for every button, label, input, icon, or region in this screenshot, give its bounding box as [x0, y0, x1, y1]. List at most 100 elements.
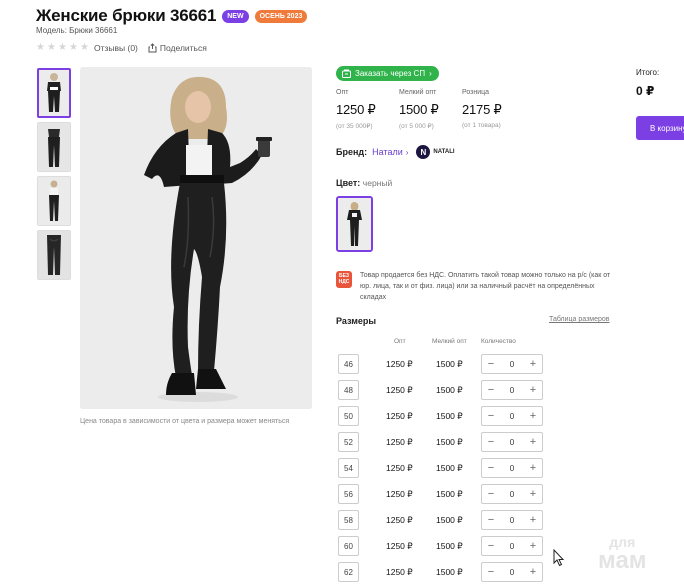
size-price-opt: 1250 ₽: [386, 437, 413, 447]
col-head-opt: Опт: [394, 338, 406, 345]
minus-icon[interactable]: −: [486, 489, 496, 500]
total-label: Итого:: [636, 68, 660, 77]
plus-icon[interactable]: +: [528, 385, 538, 396]
minus-icon[interactable]: −: [486, 437, 496, 448]
quantity-value[interactable]: 0: [510, 412, 514, 421]
size-chart-link[interactable]: Таблица размеров: [549, 316, 610, 323]
quantity-value[interactable]: 0: [510, 542, 514, 551]
plus-icon[interactable]: +: [528, 437, 538, 448]
quantity-value[interactable]: 0: [510, 490, 514, 499]
size-price-opt: 1250 ₽: [386, 489, 413, 499]
size-price-small-opt: 1500 ₽: [436, 489, 463, 499]
plus-icon[interactable]: +: [528, 463, 538, 474]
minus-icon[interactable]: −: [486, 567, 496, 578]
thumbnail-2[interactable]: [37, 122, 71, 172]
thumbnail-4[interactable]: [37, 230, 71, 280]
size-label: 58: [338, 510, 359, 530]
quantity-stepper: − 0 +: [481, 380, 543, 400]
minus-icon[interactable]: −: [486, 411, 496, 422]
price-value: 1500 ₽: [399, 102, 439, 117]
watermark-logo: для мам: [598, 535, 647, 573]
thumbnail-1[interactable]: [37, 68, 71, 118]
size-price-small-opt: 1500 ₽: [436, 567, 463, 577]
quantity-stepper: − 0 +: [481, 354, 543, 374]
size-price-small-opt: 1500 ₽: [436, 541, 463, 551]
size-row: 58 1250 ₽ 1500 ₽ − 0 +: [338, 510, 548, 530]
main-product-photo[interactable]: [80, 67, 312, 409]
color-label: Цвет:: [336, 178, 361, 188]
star-icon: ★: [69, 42, 78, 53]
size-row: 56 1250 ₽ 1500 ₽ − 0 +: [338, 484, 548, 504]
minus-icon[interactable]: −: [486, 359, 496, 370]
quantity-stepper: − 0 +: [481, 458, 543, 478]
price-value: 2175 ₽: [462, 102, 502, 117]
brand-label: Бренд:: [336, 147, 368, 157]
share-button[interactable]: Поделиться: [148, 43, 207, 53]
plus-icon[interactable]: +: [528, 541, 538, 552]
quantity-value[interactable]: 0: [510, 438, 514, 447]
size-price-small-opt: 1500 ₽: [436, 515, 463, 525]
plus-icon[interactable]: +: [528, 411, 538, 422]
reviews-link[interactable]: Отзывы (0): [94, 43, 138, 53]
size-price-opt: 1250 ₽: [386, 515, 413, 525]
model-photo-icon: [38, 177, 70, 225]
minus-icon[interactable]: −: [486, 385, 496, 396]
brand-logo-icon: N: [416, 145, 431, 159]
product-meta: ★ ★ ★ ★ ★ Отзывы (0) Поделиться: [36, 42, 207, 54]
share-label: Поделиться: [159, 43, 207, 53]
size-price-opt: 1250 ₽: [386, 541, 413, 551]
size-row: 52 1250 ₽ 1500 ₽ − 0 +: [338, 432, 548, 452]
chevron-down-icon[interactable]: ›: [406, 148, 409, 157]
plus-icon[interactable]: +: [528, 489, 538, 500]
joint-purchase-button[interactable]: Заказать через СП ›: [336, 66, 439, 81]
quantity-value[interactable]: 0: [510, 568, 514, 577]
plus-icon[interactable]: +: [528, 515, 538, 526]
size-price-small-opt: 1500 ₽: [436, 385, 463, 395]
plus-icon[interactable]: +: [528, 359, 538, 370]
size-label: 50: [338, 406, 359, 426]
size-price-opt: 1250 ₽: [386, 385, 413, 395]
quantity-stepper: − 0 +: [481, 536, 543, 556]
minus-icon[interactable]: −: [486, 463, 496, 474]
add-to-cart-button[interactable]: В корзину: [636, 116, 684, 140]
price-label: Розница: [462, 89, 490, 96]
new-badge: NEW: [222, 9, 249, 23]
price-wholesale: Опт 1250 ₽ (от 35 000₽): [336, 89, 399, 130]
brand-logo[interactable]: N NATALI: [416, 145, 455, 159]
size-price-opt: 1250 ₽: [386, 567, 413, 577]
minus-icon[interactable]: −: [486, 541, 496, 552]
model-photo-icon: [338, 198, 371, 250]
quantity-stepper: − 0 +: [481, 484, 543, 504]
model-photo-icon: [38, 231, 70, 279]
minus-icon[interactable]: −: [486, 515, 496, 526]
brand-link[interactable]: Натали: [372, 147, 403, 157]
size-price-opt: 1250 ₽: [386, 411, 413, 421]
plus-icon[interactable]: +: [528, 567, 538, 578]
product-title: Женские брюки 36661: [36, 6, 217, 25]
quantity-stepper: − 0 +: [481, 562, 543, 582]
model-photo-icon: [38, 123, 70, 171]
size-label: 56: [338, 484, 359, 504]
size-row: 50 1250 ₽ 1500 ₽ − 0 +: [338, 406, 548, 426]
quantity-value[interactable]: 0: [510, 360, 514, 369]
quantity-value[interactable]: 0: [510, 386, 514, 395]
color-swatch-black[interactable]: [336, 196, 373, 252]
price-label: Опт: [336, 89, 349, 96]
quantity-value[interactable]: 0: [510, 516, 514, 525]
size-label: 62: [338, 562, 359, 582]
quantity-value[interactable]: 0: [510, 464, 514, 473]
thumbnail-3[interactable]: [37, 176, 71, 226]
quantity-stepper: − 0 +: [481, 510, 543, 530]
size-label: 52: [338, 432, 359, 452]
price-value: 1250 ₽: [336, 102, 376, 117]
cart-icon: [342, 69, 351, 78]
model-photo-icon: [39, 70, 69, 116]
size-row: 60 1250 ₽ 1500 ₽ − 0 +: [338, 536, 548, 556]
price-retail: Розница 2175 ₽ (от 1 товара): [462, 89, 525, 130]
model-photo-icon: [80, 67, 312, 409]
price-small-wholesale: Мелкий опт 1500 ₽ (от 5 000 ₽): [399, 89, 462, 130]
price-label: Мелкий опт: [399, 89, 437, 96]
product-model: Модель: Брюки 36661: [36, 26, 118, 35]
size-price-small-opt: 1500 ₽: [436, 437, 463, 447]
size-label: 48: [338, 380, 359, 400]
